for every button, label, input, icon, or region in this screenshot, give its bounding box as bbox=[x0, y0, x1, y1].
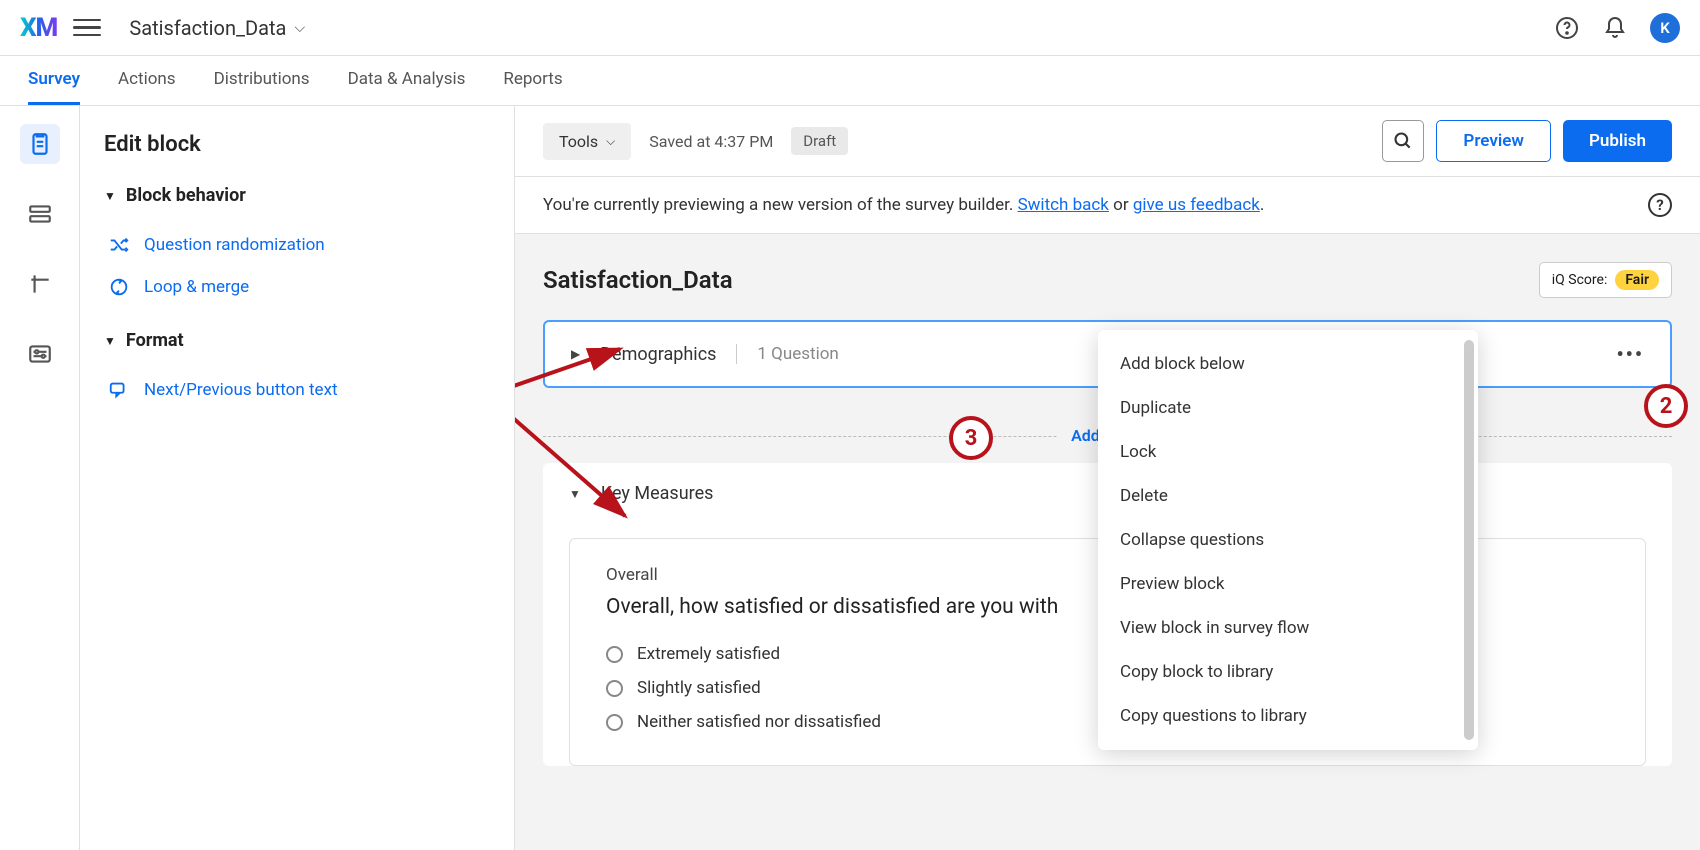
link-question-randomization[interactable]: Question randomization bbox=[104, 224, 490, 266]
question-count: 1 Question bbox=[736, 344, 838, 364]
main-tabs: Survey Actions Distributions Data & Anal… bbox=[0, 56, 1700, 106]
project-name-label: Satisfaction_Data bbox=[129, 16, 286, 40]
radio-icon bbox=[606, 646, 623, 663]
preview-button[interactable]: Preview bbox=[1436, 120, 1551, 162]
menu-copy-block-library[interactable]: Copy block to library bbox=[1098, 650, 1478, 694]
draft-badge: Draft bbox=[791, 127, 848, 155]
menu-preview-block[interactable]: Preview block bbox=[1098, 562, 1478, 606]
switch-back-link[interactable]: Switch back bbox=[1018, 195, 1109, 215]
menu-delete[interactable]: Delete bbox=[1098, 474, 1478, 518]
give-feedback-link[interactable]: give us feedback bbox=[1133, 195, 1260, 215]
preview-banner: You're currently previewing a new versio… bbox=[515, 177, 1700, 234]
radio-icon bbox=[606, 714, 623, 731]
tab-survey[interactable]: Survey bbox=[28, 56, 80, 105]
sidebar-title: Edit block bbox=[104, 132, 490, 157]
caret-down-icon: ▼ bbox=[104, 334, 116, 348]
annotation-marker-3: 3 bbox=[949, 416, 993, 460]
radio-icon bbox=[606, 680, 623, 697]
menu-icon[interactable] bbox=[73, 14, 101, 42]
help-icon[interactable] bbox=[1554, 15, 1580, 41]
publish-button[interactable]: Publish bbox=[1563, 120, 1672, 162]
link-next-previous-button-text[interactable]: Next/Previous button text bbox=[104, 369, 490, 411]
block-name-label: Key Measures bbox=[601, 483, 714, 504]
scrollbar[interactable] bbox=[1464, 340, 1474, 740]
menu-duplicate[interactable]: Duplicate bbox=[1098, 386, 1478, 430]
menu-add-block-below[interactable]: Add block below bbox=[1098, 342, 1478, 386]
user-avatar[interactable]: K bbox=[1650, 13, 1680, 43]
rail-look-feel-icon[interactable] bbox=[20, 264, 60, 304]
chevron-down-icon: ⌵ bbox=[606, 134, 615, 149]
menu-lock[interactable]: Lock bbox=[1098, 430, 1478, 474]
builder-toolbar: Tools ⌵ Saved at 4:37 PM Draft Preview P… bbox=[515, 106, 1700, 177]
search-button[interactable] bbox=[1382, 120, 1424, 162]
iq-score-badge[interactable]: iQ Score: Fair bbox=[1539, 262, 1672, 298]
saved-status: Saved at 4:37 PM bbox=[649, 132, 773, 151]
collapse-toggle-icon[interactable]: ▶ bbox=[571, 347, 580, 361]
tab-reports[interactable]: Reports bbox=[503, 56, 562, 105]
block-options-button[interactable]: ••• bbox=[1616, 342, 1644, 366]
chevron-down-icon: ⌵ bbox=[294, 20, 305, 36]
menu-view-in-flow[interactable]: View block in survey flow bbox=[1098, 606, 1478, 650]
top-bar: XM Satisfaction_Data ⌵ K bbox=[0, 0, 1700, 56]
main-canvas: Tools ⌵ Saved at 4:37 PM Draft Preview P… bbox=[515, 106, 1700, 850]
tab-actions[interactable]: Actions bbox=[118, 56, 176, 105]
rail-builder-icon[interactable] bbox=[20, 124, 60, 164]
menu-copy-questions-library[interactable]: Copy questions to library bbox=[1098, 694, 1478, 738]
rail-flow-icon[interactable] bbox=[20, 194, 60, 234]
block-name-label: Demographics bbox=[600, 344, 716, 365]
tools-dropdown[interactable]: Tools ⌵ bbox=[543, 123, 631, 160]
section-block-behavior[interactable]: ▼ Block behavior bbox=[104, 185, 490, 206]
banner-text: You're currently previewing a new versio… bbox=[543, 195, 1264, 215]
survey-title: Satisfaction_Data bbox=[543, 266, 733, 294]
section-format[interactable]: ▼ Format bbox=[104, 330, 490, 351]
caret-down-icon: ▼ bbox=[104, 189, 116, 203]
rail-options-icon[interactable] bbox=[20, 334, 60, 374]
tab-data-analysis[interactable]: Data & Analysis bbox=[348, 56, 466, 105]
tab-distributions[interactable]: Distributions bbox=[214, 56, 310, 105]
left-rail bbox=[0, 106, 80, 850]
link-loop-merge[interactable]: Loop & merge bbox=[104, 266, 490, 308]
project-selector[interactable]: Satisfaction_Data ⌵ bbox=[129, 16, 305, 40]
menu-collapse-questions[interactable]: Collapse questions bbox=[1098, 518, 1478, 562]
edit-sidebar: Edit block ▼ Block behavior Question ran… bbox=[80, 106, 515, 850]
collapse-toggle-icon[interactable]: ▼ bbox=[569, 487, 581, 501]
info-icon[interactable]: ? bbox=[1648, 193, 1672, 217]
annotation-marker-2: 2 bbox=[1644, 384, 1688, 428]
block-context-menu: Add block below Duplicate Lock Delete Co… bbox=[1098, 330, 1478, 750]
notifications-icon[interactable] bbox=[1602, 15, 1628, 41]
logo[interactable]: XM bbox=[20, 13, 57, 43]
